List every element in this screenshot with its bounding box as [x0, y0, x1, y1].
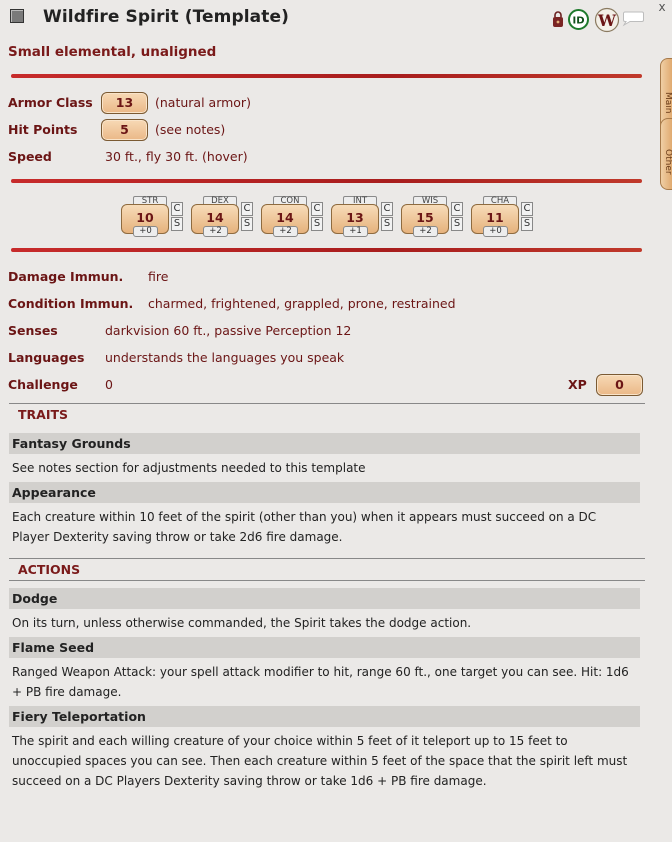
action-description[interactable]: On its turn, unless otherwise commanded,… — [12, 613, 632, 633]
xp-field[interactable]: 0 — [596, 374, 643, 396]
tab-other-label: Other — [663, 149, 672, 175]
armor-class-note: (natural armor) — [155, 95, 251, 110]
ability-wis: WIS 15 +2 C S — [401, 196, 463, 238]
damage-immunities-value[interactable]: fire — [148, 269, 168, 284]
ability-save-button[interactable]: S — [171, 217, 183, 231]
armor-class-label: Armor Class — [8, 95, 93, 110]
wiki-badge-text: W — [597, 11, 617, 30]
section-separator — [9, 403, 645, 404]
creature-type: Small elemental, unaligned — [8, 44, 217, 60]
ability-save-button[interactable]: S — [311, 217, 323, 231]
ability-check-button[interactable]: C — [381, 202, 393, 216]
hit-points-field[interactable]: 5 — [101, 119, 148, 141]
action-description[interactable]: Ranged Weapon Attack: your spell attack … — [12, 662, 632, 702]
list-item-bar — [9, 588, 640, 609]
condition-immunities-value[interactable]: charmed, frightened, grappled, prone, re… — [148, 296, 456, 311]
ability-modifier: +1 — [343, 226, 368, 237]
hit-points-label: Hit Points — [8, 122, 78, 137]
ability-modifier: +0 — [483, 226, 508, 237]
ability-modifier: +2 — [203, 226, 228, 237]
senses-label: Senses — [8, 323, 58, 338]
list-item-bar — [9, 482, 640, 503]
ability-check-button[interactable]: C — [241, 202, 253, 216]
challenge-value[interactable]: 0 — [105, 377, 113, 392]
trait-name[interactable]: Fantasy Grounds — [12, 436, 131, 451]
senses-value[interactable]: darkvision 60 ft., passive Perception 12 — [105, 323, 351, 338]
id-badge-text: ID — [572, 16, 584, 27]
id-icon[interactable]: ID — [568, 9, 589, 30]
section-separator — [9, 558, 645, 559]
section-divider — [11, 248, 642, 252]
ability-dex: DEX 14 +2 C S — [191, 196, 253, 238]
ability-int: INT 13 +1 C S — [331, 196, 393, 238]
ability-check-button[interactable]: C — [451, 202, 463, 216]
speed-value[interactable]: 30 ft., fly 30 ft. (hover) — [105, 149, 248, 164]
tab-other[interactable]: Other — [660, 118, 672, 190]
speed-label: Speed — [8, 149, 52, 164]
section-divider — [11, 74, 642, 78]
ability-cha: CHA 11 +0 C S — [471, 196, 533, 238]
challenge-label: Challenge — [8, 377, 78, 392]
trait-description[interactable]: See notes section for adjustments needed… — [12, 458, 632, 478]
armor-class-field[interactable]: 13 — [101, 92, 148, 114]
action-name[interactable]: Flame Seed — [12, 640, 94, 655]
trait-description[interactable]: Each creature within 10 feet of the spir… — [12, 507, 632, 547]
hit-points-note: (see notes) — [155, 122, 226, 137]
ability-modifier: +0 — [133, 226, 158, 237]
ability-check-button[interactable]: C — [171, 202, 183, 216]
ability-check-button[interactable]: C — [311, 202, 323, 216]
section-divider — [11, 179, 642, 183]
action-name[interactable]: Dodge — [12, 591, 57, 606]
trait-name[interactable]: Appearance — [12, 485, 96, 500]
window-menu-button[interactable] — [10, 9, 24, 23]
ability-modifier: +2 — [413, 226, 438, 237]
ability-con: CON 14 +2 C S — [261, 196, 323, 238]
list-item-bar — [9, 637, 640, 658]
action-name[interactable]: Fiery Teleportation — [12, 709, 146, 724]
action-description[interactable]: The spirit and each willing creature of … — [12, 731, 632, 791]
window-title: Wildfire Spirit (Template) — [43, 7, 289, 27]
damage-immunities-label: Damage Immun. — [8, 269, 124, 284]
ability-check-button[interactable]: C — [521, 202, 533, 216]
ability-save-button[interactable]: S — [381, 217, 393, 231]
traits-header[interactable]: TRAITS — [18, 407, 68, 422]
ability-save-button[interactable]: S — [451, 217, 463, 231]
xp-label: XP — [568, 377, 587, 392]
actions-header[interactable]: ACTIONS — [18, 562, 80, 577]
ability-str: STR 10 +0 C S — [121, 196, 183, 238]
title-bar: Wildfire Spirit (Template) ID W — [0, 0, 660, 38]
wiki-icon[interactable]: W — [594, 7, 620, 33]
ability-save-button[interactable]: S — [521, 217, 533, 231]
languages-value[interactable]: understands the languages you speak — [105, 350, 344, 365]
chat-icon[interactable] — [622, 11, 644, 27]
lock-icon[interactable] — [552, 10, 564, 28]
languages-label: Languages — [8, 350, 85, 365]
close-button[interactable]: x — [655, 1, 669, 15]
section-separator — [9, 580, 645, 581]
ability-save-button[interactable]: S — [241, 217, 253, 231]
condition-immunities-label: Condition Immun. — [8, 296, 134, 311]
ability-modifier: +2 — [273, 226, 298, 237]
